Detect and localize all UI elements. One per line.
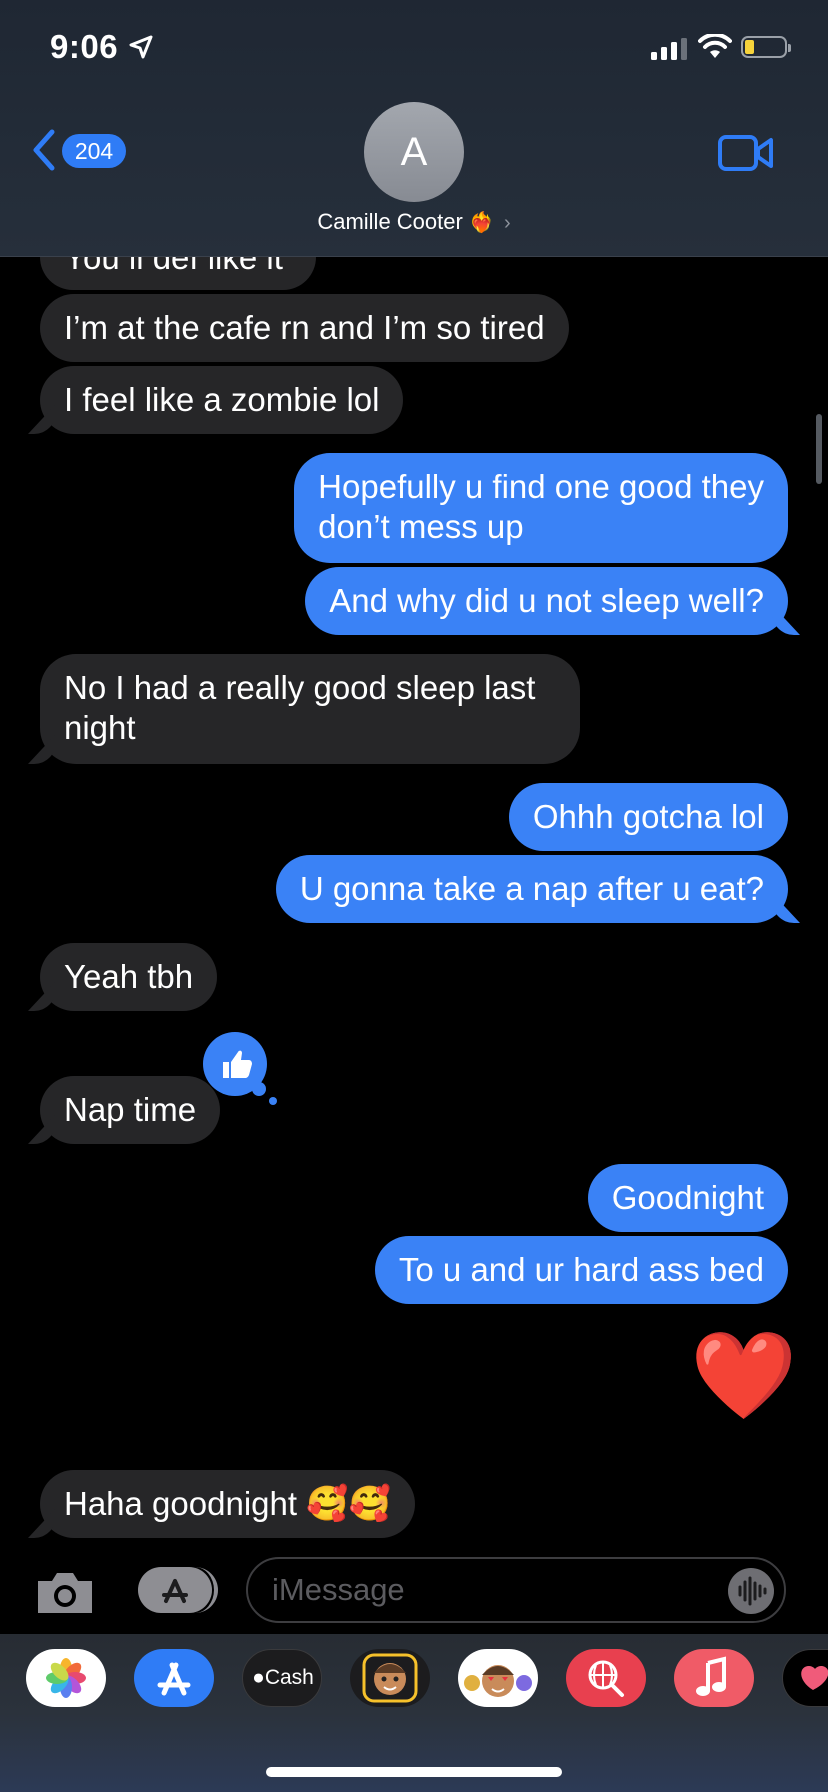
message-received[interactable]: I’m at the cafe rn and I’m so tired	[40, 294, 569, 362]
heart-emoji-message[interactable]: ❤️	[690, 1333, 797, 1419]
heart-on-fire-emoji: ❤️‍🔥	[468, 212, 494, 234]
music-app[interactable]	[674, 1649, 754, 1707]
message-text: Goodnight	[611, 1179, 764, 1216]
video-call-icon[interactable]	[718, 134, 774, 172]
status-time: 9:06	[50, 28, 119, 65]
message-received[interactable]: No I had a really good sleep last night	[40, 654, 580, 764]
app-store-a-icon	[157, 1662, 191, 1696]
message-sent[interactable]: To u and ur hard ass bed	[374, 1236, 788, 1304]
location-arrow-icon	[129, 35, 153, 59]
battery-icon	[741, 36, 791, 58]
message-text: Hopefully u find one good they	[318, 468, 764, 505]
apps-button[interactable]	[138, 1567, 218, 1613]
message-input[interactable]: iMessage	[246, 1557, 786, 1623]
message-sent[interactable]: Ohhh gotcha lol	[508, 783, 788, 851]
contact-avatar[interactable]: A	[364, 102, 464, 202]
unread-count-badge: 204	[62, 134, 126, 168]
message-received[interactable]: Haha goodnight 🥰🥰	[40, 1470, 415, 1538]
message-text: I’m at the cafe rn and I’m so tired	[64, 309, 545, 346]
apple-cash-label: Cash	[264, 1666, 314, 1689]
message-thread[interactable]: You ll def like it I’m at the cafe rn an…	[0, 0, 828, 1792]
conversation-header: 9:06 204 A Camille Cooter ❤️‍🔥 ›	[0, 0, 828, 257]
message-received[interactable]: I feel like a zombie lol	[40, 366, 404, 434]
memoji-face-icon	[362, 1653, 418, 1703]
message-text: Nap time	[64, 1091, 197, 1128]
message-sent[interactable]: U gonna take a nap after u eat?	[275, 855, 788, 923]
memoji-app[interactable]	[350, 1649, 430, 1707]
app-store-app[interactable]	[134, 1649, 214, 1707]
message-text: Yeah tbh	[64, 958, 194, 995]
wifi-icon	[698, 34, 732, 58]
message-input-placeholder: iMessage	[272, 1572, 405, 1607]
memoji-sticker-icon	[464, 1665, 532, 1697]
music-note-icon	[696, 1656, 726, 1696]
image-search-app[interactable]	[566, 1649, 646, 1707]
message-sent[interactable]: Hopefully u find one good they don’t mess…	[294, 453, 788, 563]
compose-bar: iMessage	[0, 1545, 828, 1635]
apple-logo-icon: ●	[252, 1666, 265, 1689]
contact-name: Camille Cooter	[317, 209, 463, 234]
waveform-icon	[738, 1576, 767, 1606]
imessage-app-drawer: ●Cash	[0, 1634, 828, 1792]
contact-name-button[interactable]: Camille Cooter ❤️‍🔥 ›	[0, 209, 828, 235]
scroll-indicator[interactable]	[816, 414, 822, 484]
chevron-right-icon: ›	[503, 212, 511, 234]
message-text: To u and ur hard ass bed	[398, 1251, 764, 1288]
message-text: No I had a really good sleep last	[64, 669, 536, 706]
apple-cash-app[interactable]: ●Cash	[242, 1649, 322, 1707]
photos-icon	[46, 1658, 86, 1698]
message-text: And why did u not sleep well?	[329, 582, 764, 619]
message-text: I feel like a zombie lol	[64, 381, 380, 418]
back-button[interactable]: 204	[30, 126, 130, 174]
message-text: Haha goodnight	[64, 1485, 298, 1522]
photos-app[interactable]	[26, 1649, 106, 1707]
digital-touch-app[interactable]	[782, 1649, 828, 1707]
message-received[interactable]: Yeah tbh	[40, 943, 218, 1011]
camera-icon[interactable]	[34, 1569, 96, 1615]
message-text: don’t mess up	[318, 508, 524, 545]
digital-touch-heart-icon	[801, 1666, 828, 1690]
tapback-tail	[269, 1097, 277, 1105]
memoji-stickers-app[interactable]	[458, 1649, 538, 1707]
smiling-hearts-emoji: 🥰🥰	[306, 1485, 391, 1523]
message-received[interactable]: Nap time	[40, 1076, 221, 1144]
cellular-signal-icon	[651, 38, 687, 60]
message-sent[interactable]: And why did u not sleep well?	[305, 567, 788, 635]
message-sent[interactable]: Goodnight	[587, 1164, 788, 1232]
message-text: U gonna take a nap after u eat?	[299, 870, 764, 907]
message-text: Ohhh gotcha lol	[532, 798, 764, 835]
audio-message-button[interactable]	[728, 1568, 774, 1614]
globe-search-icon	[588, 1660, 624, 1697]
message-text: night	[64, 709, 136, 746]
tapback-tail	[252, 1082, 266, 1096]
chevron-left-icon	[33, 129, 55, 171]
home-indicator[interactable]	[266, 1767, 562, 1777]
